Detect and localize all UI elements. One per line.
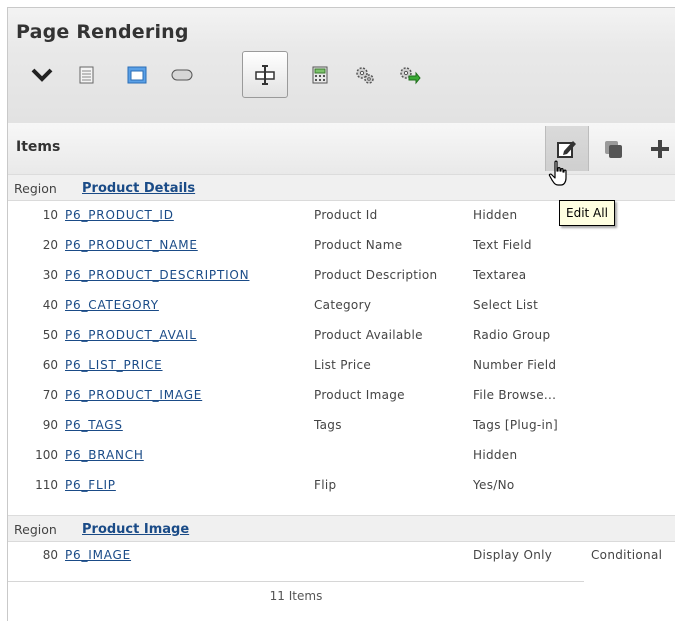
item-label: Product Image: [314, 388, 405, 402]
page-rendering-header: Page Rendering: [8, 8, 675, 124]
regions-button[interactable]: [115, 51, 159, 98]
item-name-link[interactable]: P6_FLIP: [65, 471, 116, 500]
copy-button[interactable]: [592, 126, 634, 171]
document-icon: [79, 66, 94, 83]
items-bar: Items: [8, 123, 675, 175]
item-label: Category: [314, 298, 372, 312]
region-link-product-details[interactable]: Product Details: [82, 175, 195, 202]
table-row: 50 P6_PRODUCT_AVAIL Product Available Radio…: [8, 321, 675, 350]
item-name-link[interactable]: P6_LIST_PRICE: [65, 351, 163, 380]
item-name-link[interactable]: P6_TAGS: [65, 411, 123, 440]
item-sequence: 10: [42, 208, 58, 222]
region-label: Region: [14, 522, 57, 537]
edit-all-tooltip: Edit All: [559, 200, 615, 226]
items-title: Items: [16, 139, 61, 155]
item-name-link[interactable]: P6_CATEGORY: [65, 291, 159, 320]
hand-cursor-icon: [548, 160, 567, 186]
region-label: Region: [14, 181, 57, 196]
collapse-button[interactable]: [20, 51, 64, 98]
computations-button[interactable]: [298, 51, 342, 98]
item-name-link[interactable]: P6_PRODUCT_AVAIL: [65, 321, 197, 350]
item-type: Hidden: [473, 208, 518, 222]
item-sequence: 40: [42, 298, 58, 312]
item-label: Flip: [314, 478, 337, 492]
item-name-link[interactable]: P6_PRODUCT_NAME: [65, 231, 198, 260]
shared-components-button[interactable]: [388, 51, 432, 98]
shared-components-icon: [400, 66, 421, 84]
item-sequence: 30: [42, 268, 58, 282]
item-type: Number Field: [473, 358, 557, 372]
item-type: Yes/No: [473, 478, 515, 492]
item-label: Product Available: [314, 328, 423, 342]
item-sequence: 80: [42, 548, 58, 562]
item-label: Product Name: [314, 238, 403, 252]
item-sequence: 90: [42, 418, 58, 432]
items-count: 11 Items: [269, 589, 323, 603]
region-header: Region Product Details: [8, 174, 675, 201]
copy-icon: [605, 140, 622, 158]
toolbar: [8, 51, 675, 119]
processes-button[interactable]: [343, 51, 387, 98]
page-attributes-button[interactable]: [65, 51, 109, 98]
table-row: 70 P6_PRODUCT_IMAGE Product Image File Brow…: [8, 381, 675, 410]
item-name-link[interactable]: P6_PRODUCT_ID: [65, 201, 174, 230]
chevron-down-icon: [31, 68, 53, 82]
item-sequence: 70: [42, 388, 58, 402]
add-icon: [651, 139, 669, 158]
item-condition: Conditional: [591, 548, 663, 562]
item-type: Tags [Plug-in]: [473, 418, 559, 432]
item-sequence: 60: [42, 358, 58, 372]
region-icon: [127, 66, 147, 83]
item-type: Hidden: [473, 448, 518, 462]
page-title: Page Rendering: [16, 21, 189, 43]
computation-icon: [312, 66, 328, 83]
buttons-button[interactable]: [160, 51, 204, 98]
table-row: 40 P6_CATEGORY Category Select List: [8, 291, 675, 320]
item-name-link[interactable]: P6_IMAGE: [65, 541, 131, 570]
table-row: 20 P6_PRODUCT_NAME Product Name Text Field: [8, 231, 675, 260]
button-icon: [171, 69, 193, 80]
item-type: Text Field: [473, 238, 532, 252]
item-sequence: 110: [35, 478, 58, 492]
table-row: 30 P6_PRODUCT_DESCRIPTION Product Descript…: [8, 261, 675, 290]
item-label: Product Description: [314, 268, 438, 282]
table-row: 100 P6_BRANCH Hidden: [8, 441, 675, 470]
item-type: Select List: [473, 298, 539, 312]
table-row: 60 P6_LIST_PRICE List Price Number Field: [8, 351, 675, 380]
item-label: Product Id: [314, 208, 378, 222]
item-type: Display Only: [473, 548, 553, 562]
items-button[interactable]: [242, 51, 288, 98]
edit-all-icon: [557, 140, 576, 158]
item-sequence: 50: [42, 328, 58, 342]
item-icon: [255, 64, 275, 85]
process-icon: [356, 66, 374, 84]
item-name-link[interactable]: P6_PRODUCT_IMAGE: [65, 381, 202, 410]
item-type: Radio Group: [473, 328, 551, 342]
region-link-product-image[interactable]: Product Image: [82, 516, 189, 543]
item-name-link[interactable]: P6_BRANCH: [65, 441, 144, 470]
item-type: Textarea: [473, 268, 527, 282]
item-sequence: 100: [35, 448, 58, 462]
item-name-link[interactable]: P6_PRODUCT_DESCRIPTION: [65, 261, 249, 290]
table-row: 110 P6_FLIP Flip Yes/No: [8, 471, 675, 500]
add-item-button[interactable]: [639, 126, 675, 171]
table-row: 80 P6_IMAGE Display Only Conditional: [8, 541, 675, 570]
item-type: File Browse...: [473, 388, 557, 402]
page-rendering-panel: Page Rendering Items Region Product Deta…: [7, 7, 675, 621]
item-label: Tags: [314, 418, 342, 432]
item-label: List Price: [314, 358, 372, 372]
region-header: Region Product Image: [8, 515, 675, 542]
table-row: 90 P6_TAGS Tags Tags [Plug-in]: [8, 411, 675, 440]
item-sequence: 20: [42, 238, 58, 252]
